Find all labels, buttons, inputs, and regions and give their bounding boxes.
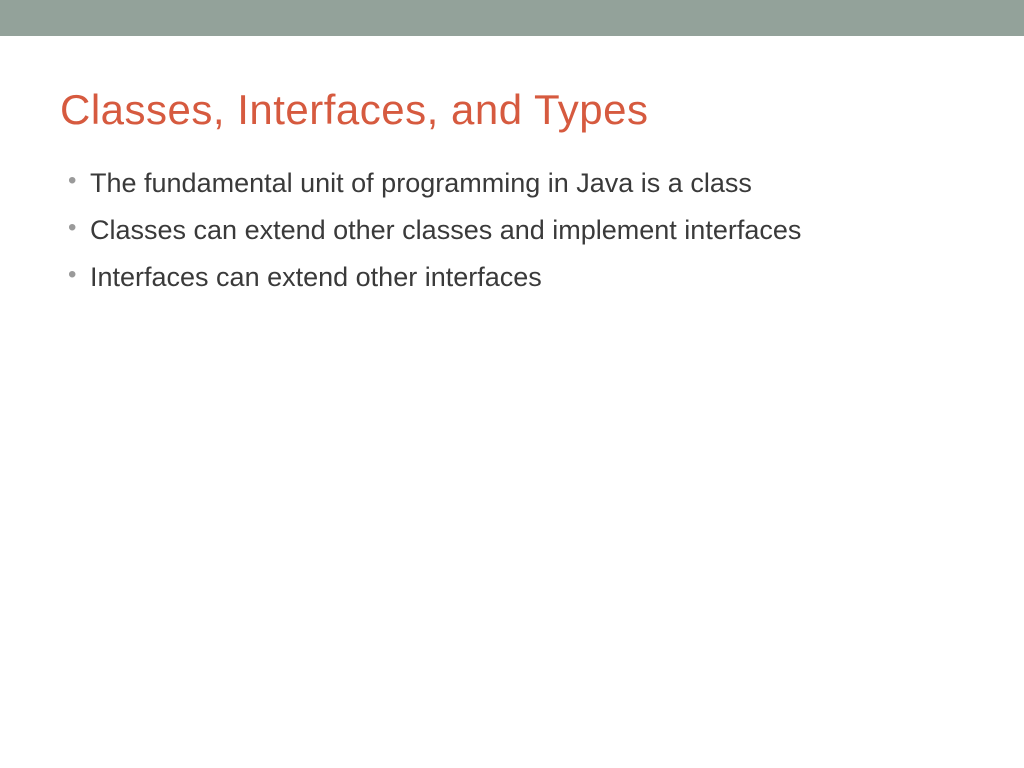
slide-top-bar	[0, 0, 1024, 36]
bullet-item: The fundamental unit of programming in J…	[68, 164, 964, 203]
bullet-item: Classes can extend other classes and imp…	[68, 211, 964, 250]
slide-title: Classes, Interfaces, and Types	[60, 86, 964, 134]
bullet-list: The fundamental unit of programming in J…	[60, 164, 964, 297]
slide-content: Classes, Interfaces, and Types The funda…	[0, 36, 1024, 297]
bullet-item: Interfaces can extend other interfaces	[68, 258, 964, 297]
